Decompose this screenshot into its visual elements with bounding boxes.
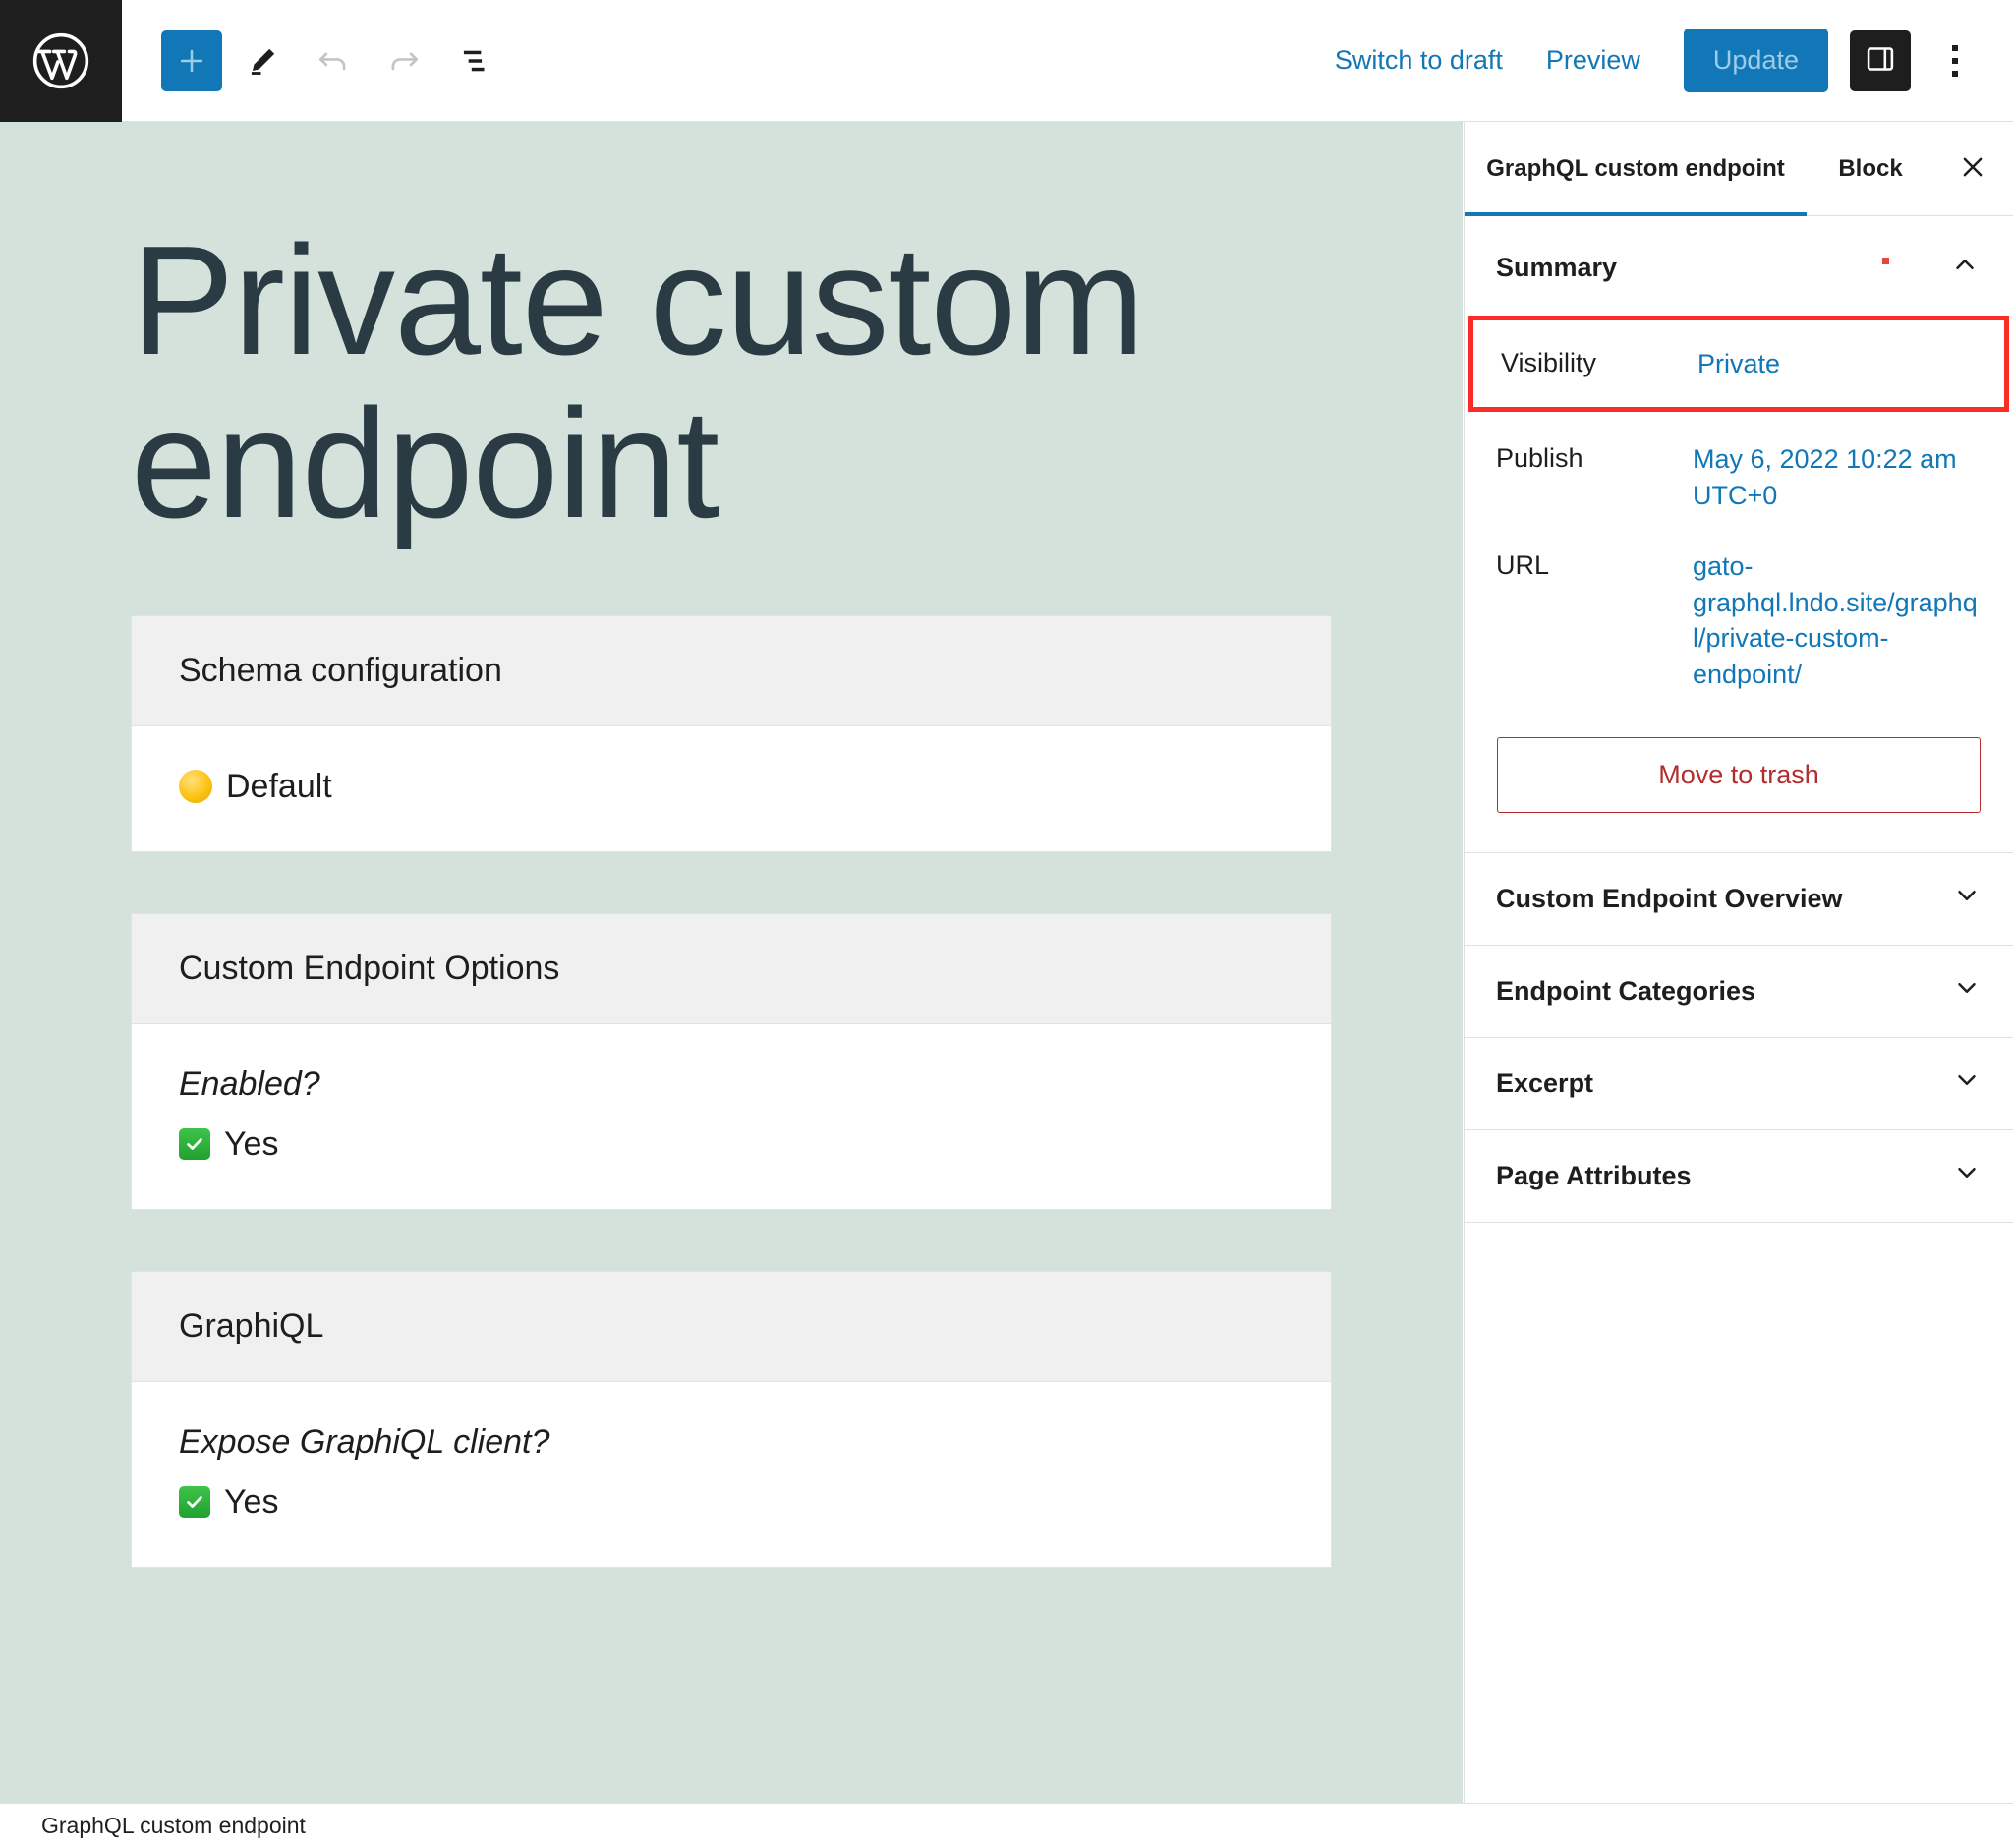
visibility-value[interactable]: Private	[1697, 346, 1977, 381]
card-title: Schema configuration	[132, 615, 1331, 726]
chevron-down-icon	[1952, 881, 1982, 917]
card-body: Default	[132, 725, 1331, 851]
preview-button[interactable]: Preview	[1524, 33, 1662, 87]
panel-excerpt[interactable]: Excerpt	[1465, 1038, 2013, 1131]
more-options-button[interactable]	[1925, 30, 1985, 91]
editor-toolbar: Switch to draft Preview Update	[0, 0, 2013, 122]
editor-window: Switch to draft Preview Update Private c…	[0, 0, 2013, 1848]
field-value-text: Yes	[224, 1482, 279, 1521]
field-label: Enabled?	[179, 1065, 320, 1103]
publish-value[interactable]: May 6, 2022 10:22 am UTC+0	[1693, 441, 1982, 513]
undo-button[interactable]	[303, 30, 364, 91]
settings-sidebar-toggle-button[interactable]	[1850, 29, 1911, 91]
panel-endpoint-categories[interactable]: Endpoint Categories	[1465, 946, 2013, 1039]
list-view-button[interactable]	[444, 30, 505, 91]
redo-arrow-icon	[385, 42, 423, 80]
publish-label: Publish	[1496, 443, 1583, 474]
status-bar-label: GraphQL custom endpoint	[41, 1813, 306, 1838]
chevron-down-icon	[1952, 973, 1982, 1010]
tab-document[interactable]: GraphQL custom endpoint	[1465, 122, 1807, 216]
switch-to-draft-button[interactable]: Switch to draft	[1313, 33, 1524, 87]
add-block-button[interactable]	[161, 29, 222, 91]
unsaved-changes-dot-icon	[1882, 258, 1889, 264]
kebab-menu-icon	[1952, 44, 1958, 77]
card-title: Custom Endpoint Options	[132, 913, 1331, 1024]
panel-page-attributes[interactable]: Page Attributes	[1465, 1130, 2013, 1224]
panel-label: Custom Endpoint Overview	[1496, 884, 1843, 914]
move-to-trash-button[interactable]: Move to trash	[1497, 737, 1981, 814]
tab-block[interactable]: Block	[1807, 122, 1934, 215]
tools-button[interactable]	[232, 30, 293, 91]
field-value-row: Default	[179, 768, 1284, 806]
green-check-icon	[179, 1486, 210, 1519]
close-icon	[1958, 152, 1987, 185]
sidebar-panel-icon	[1864, 42, 1897, 79]
card-body: Expose GraphiQL client? Yes	[132, 1381, 1331, 1567]
field-value-row: Yes	[179, 1483, 1284, 1522]
pencil-icon	[245, 43, 280, 79]
field-label: Expose GraphiQL client?	[179, 1422, 550, 1461]
visibility-row[interactable]: Visibility Private	[1468, 316, 2009, 413]
chevron-down-icon	[1952, 1066, 1982, 1102]
chevron-up-icon[interactable]	[1950, 250, 1980, 286]
block-schema-configuration[interactable]: Schema configuration Default	[131, 614, 1332, 852]
field-value-text: Yes	[224, 1125, 279, 1163]
chevron-down-icon	[1952, 1158, 1982, 1194]
undo-arrow-icon	[315, 42, 352, 80]
editor-canvas[interactable]: Private custom endpoint Schema configura…	[0, 122, 1463, 1803]
toolbar-left-group	[122, 29, 505, 91]
panel-label: Endpoint Categories	[1496, 976, 1756, 1007]
visibility-label: Visibility	[1501, 348, 1597, 377]
card-body: Enabled? Yes	[132, 1023, 1331, 1209]
yellow-circle-icon	[179, 770, 212, 804]
wordpress-logo-button[interactable]	[0, 0, 122, 122]
summary-section: Summary Visibility Private Publish May 6…	[1465, 216, 2013, 854]
publish-row[interactable]: Publish May 6, 2022 10:22 am UTC+0	[1465, 424, 2013, 531]
summary-heading: Summary	[1496, 253, 1618, 282]
url-row[interactable]: URL gato-graphql.lndo.site/graphql/priva…	[1465, 531, 2013, 710]
field-value-row: Yes	[179, 1126, 1284, 1164]
close-sidebar-button[interactable]	[1934, 122, 2011, 215]
green-check-icon	[179, 1128, 210, 1161]
page-title[interactable]: Private custom endpoint	[0, 122, 1258, 547]
field-value-text: Default	[226, 767, 332, 805]
toolbar-right-group: Switch to draft Preview Update	[1313, 29, 2013, 92]
url-value[interactable]: gato-graphql.lndo.site/graphql/private-c…	[1693, 549, 1982, 692]
sidebar-tablist: GraphQL custom endpoint Block	[1465, 122, 2013, 216]
plus-icon	[175, 44, 208, 78]
status-bar: GraphQL custom endpoint	[0, 1803, 2013, 1848]
update-button[interactable]: Update	[1683, 29, 1828, 92]
panel-label: Excerpt	[1496, 1068, 1594, 1099]
list-view-icon	[456, 42, 493, 80]
redo-button[interactable]	[374, 30, 434, 91]
summary-header[interactable]: Summary	[1465, 216, 2013, 306]
block-custom-endpoint-options[interactable]: Custom Endpoint Options Enabled? Yes	[131, 912, 1332, 1210]
settings-sidebar: GraphQL custom endpoint Block Summary Vi…	[1464, 122, 2013, 1803]
wordpress-logo-icon	[30, 30, 91, 91]
block-graphiql[interactable]: GraphiQL Expose GraphiQL client? Yes	[131, 1270, 1332, 1568]
panel-label: Page Attributes	[1496, 1161, 1692, 1191]
block-list: Schema configuration Default Custom Endp…	[0, 547, 1463, 1568]
card-title: GraphiQL	[132, 1271, 1331, 1382]
url-label: URL	[1496, 550, 1550, 581]
panel-custom-endpoint-overview[interactable]: Custom Endpoint Overview	[1465, 853, 2013, 947]
